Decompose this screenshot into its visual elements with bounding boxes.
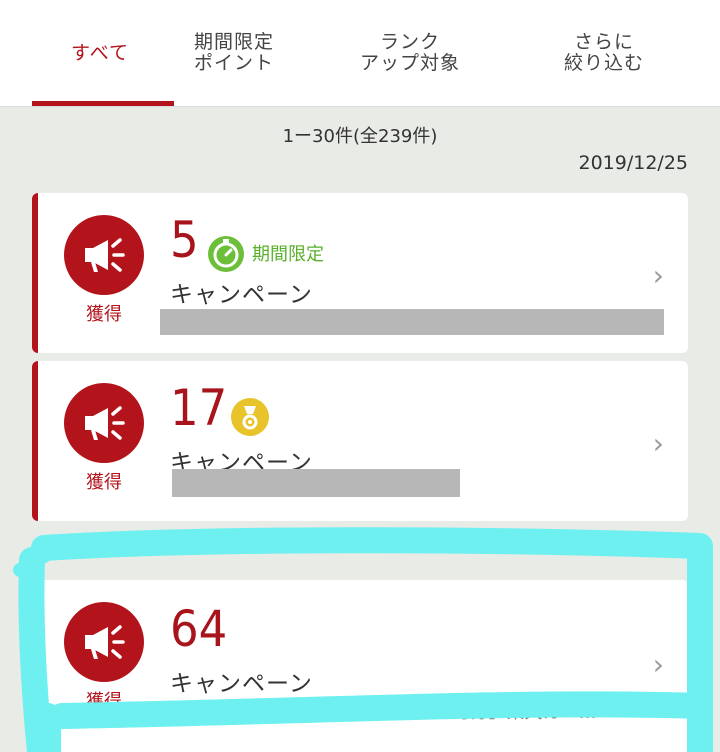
medal-icon — [231, 398, 269, 436]
badge-label: 獲得 — [86, 472, 122, 493]
points-value: 17 — [170, 379, 228, 437]
transaction-type: キャンペーン — [170, 671, 313, 697]
megaphone-icon — [64, 215, 144, 295]
tab-limited-points[interactable]: 期間限定 ポイント — [134, 0, 334, 106]
history-card[interactable]: 獲得 5 期間限定 キャンペーン › — [32, 193, 688, 353]
chevron-right-icon: › — [652, 648, 664, 681]
badge-label: 獲得 — [86, 304, 122, 325]
result-count: 1ー30件(全239件) — [282, 126, 438, 147]
chevron-right-icon: › — [652, 259, 664, 292]
tab-rank-up[interactable]: ランク アップ対象 — [310, 0, 510, 106]
stopwatch-icon — [208, 236, 244, 272]
history-card[interactable]: 獲得 64 キャンペーン 【キャッシュレス還元ポイント10月分】楽天カー… › — [32, 580, 688, 752]
megaphone-icon — [64, 383, 144, 463]
filter-tabs: すべて 期間限定 ポイント ランク アップ対象 さらに 絞り込む — [0, 0, 720, 107]
redacted-description — [172, 469, 460, 497]
chevron-right-icon: › — [652, 427, 664, 460]
redacted-description — [160, 309, 664, 335]
points-value: 64 — [170, 600, 228, 658]
tab-refine[interactable]: さらに 絞り込む — [504, 0, 704, 106]
transaction-type: キャンペーン — [170, 282, 313, 308]
points-value: 5 — [170, 211, 199, 269]
transaction-description: 【キャッシュレス還元ポイント10月分】楽天カー… — [178, 702, 597, 723]
limited-tag: 期間限定 — [252, 244, 324, 265]
megaphone-icon — [64, 602, 144, 682]
history-card[interactable]: 獲得 17 キャンペーン › — [32, 361, 688, 521]
card-accent-stripe — [32, 193, 38, 353]
date-header: 2019/12/25 — [578, 152, 688, 174]
card-accent-stripe — [32, 361, 38, 521]
active-tab-indicator — [32, 101, 174, 106]
badge-label: 獲得 — [86, 691, 122, 712]
